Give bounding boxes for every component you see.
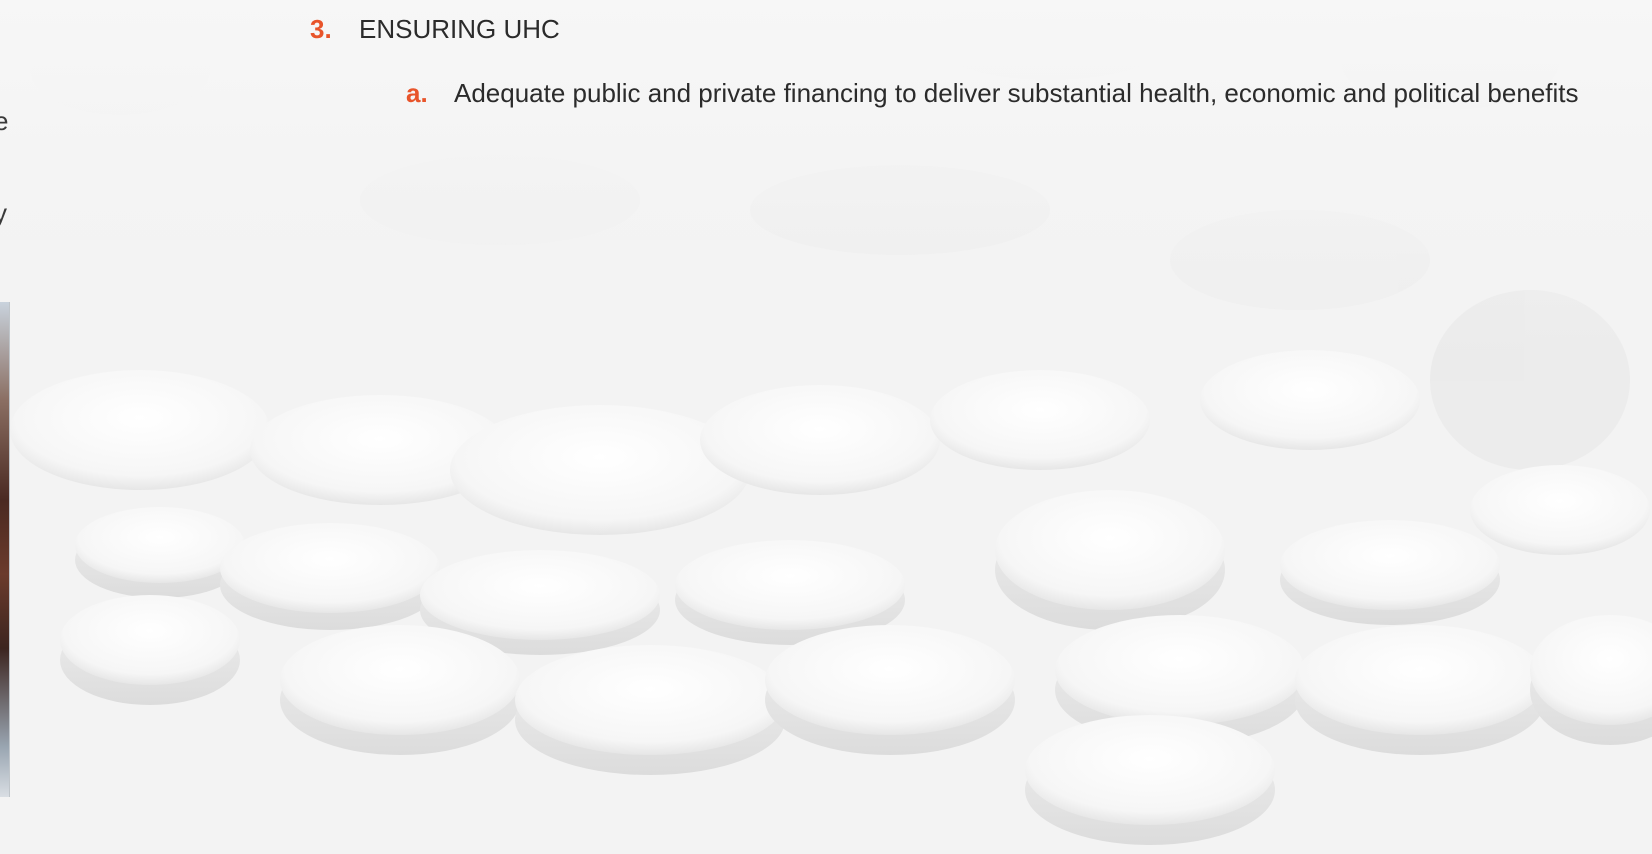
section-heading: 3. ENSURING UHC [310, 14, 560, 45]
list-item-text: Adequate public and private financing to… [454, 78, 1579, 108]
section-title: ENSURING UHC [359, 14, 560, 44]
list-item-letter: a. [406, 78, 428, 108]
slide-content: 3. ENSURING UHC a. Adequate public and p… [0, 0, 1652, 854]
list-item: a. Adequate public and private financing… [406, 75, 1616, 112]
section-number: 3. [310, 14, 332, 44]
